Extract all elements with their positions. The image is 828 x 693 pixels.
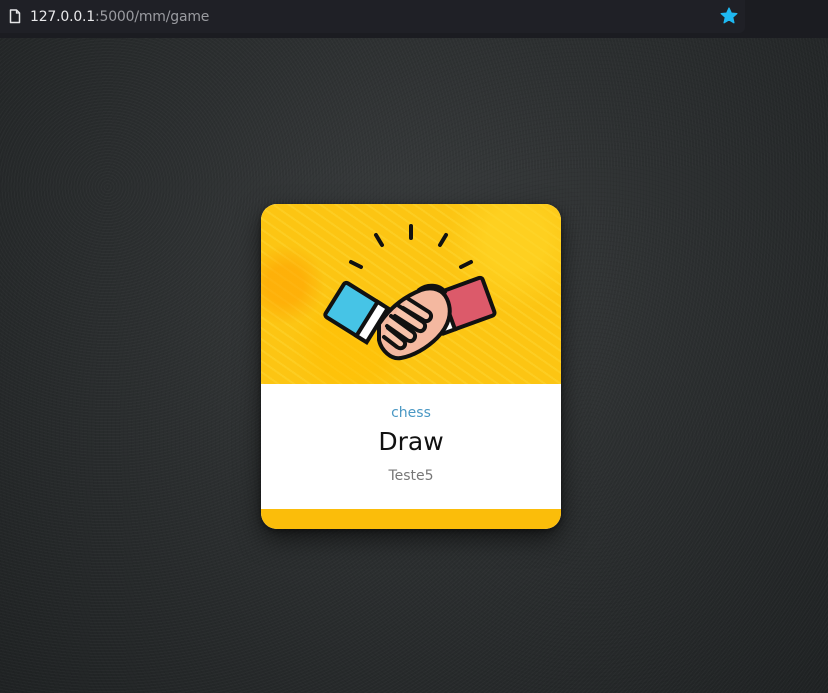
star-icon[interactable]	[719, 6, 739, 26]
url-path: :5000/mm/game	[95, 8, 210, 25]
card-footer-bar	[261, 509, 561, 529]
address-bar[interactable]: 127.0.0.1:5000/mm/game	[0, 0, 745, 33]
game-result-card[interactable]: chess Draw Teste5	[261, 204, 561, 529]
card-image	[261, 204, 561, 384]
opponent-name: Teste5	[388, 468, 434, 484]
page-icon	[5, 7, 25, 27]
url-host: 127.0.0.1	[30, 8, 95, 25]
game-result: Draw	[378, 427, 444, 456]
browser-toolbar: 127.0.0.1:5000/mm/game	[0, 0, 828, 38]
handshake-icon	[323, 224, 497, 361]
url-text: 127.0.0.1:5000/mm/game	[30, 9, 209, 25]
game-name: chess	[391, 405, 431, 421]
card-body: chess Draw Teste5	[261, 384, 561, 509]
